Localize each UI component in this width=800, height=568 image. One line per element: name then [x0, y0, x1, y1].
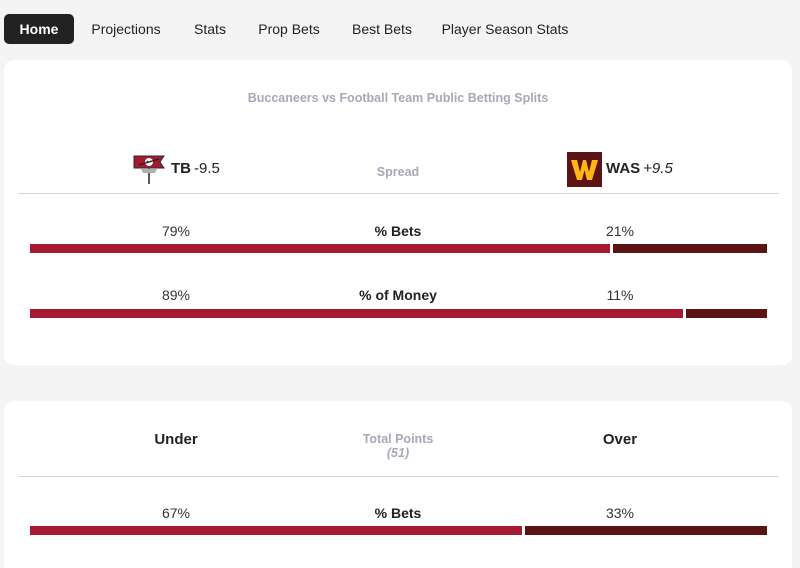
total-points-value: (51): [386, 446, 410, 460]
tb-money-pct: 89%: [161, 287, 191, 303]
spread-splits-card: Buccaneers vs Football Team Public Betti…: [4, 60, 792, 365]
over-label: Over: [602, 431, 638, 448]
nav-projections[interactable]: Projections: [82, 14, 170, 44]
money-metric-label: % of Money: [359, 287, 437, 303]
top-nav: Home Projections Stats Prop Bets Best Be…: [0, 0, 800, 58]
nav-home[interactable]: Home: [4, 14, 74, 44]
bets-metric-label: % Bets: [374, 223, 422, 239]
nav-best-bets[interactable]: Best Bets: [344, 14, 420, 44]
away-team: TB -9.5: [171, 158, 220, 180]
total-points-card: Under Total Points (51) Over 67% % Bets …: [4, 401, 792, 568]
was-money-pct: 11%: [606, 287, 634, 303]
total-bets-split-bar: [30, 526, 767, 535]
under-label: Under: [154, 431, 198, 448]
under-bets-pct: 67%: [161, 505, 191, 521]
bets-split-bar: [30, 244, 767, 253]
nav-player-season-stats[interactable]: Player Season Stats: [436, 14, 574, 44]
over-bets-pct: 33%: [605, 505, 635, 521]
away-team-abbr: TB: [171, 160, 191, 177]
tb-bets-pct: 79%: [161, 223, 191, 239]
divider: [18, 193, 779, 194]
total-points-title: Total Points: [362, 432, 434, 446]
bets-was-bar: [613, 244, 767, 253]
over-bar: [525, 526, 767, 535]
under-bar: [30, 526, 522, 535]
nav-stats[interactable]: Stats: [185, 14, 235, 44]
divider: [18, 476, 779, 477]
nav-prop-bets[interactable]: Prop Bets: [250, 14, 328, 44]
home-team: WAS +9.5: [606, 158, 673, 180]
total-bets-metric-label: % Bets: [374, 505, 422, 521]
bets-tb-bar: [30, 244, 610, 253]
total-points-label: Total Points (51): [298, 432, 498, 460]
home-spread-line: +9.5: [643, 160, 673, 177]
money-split-bar: [30, 309, 767, 318]
washington-w-logo: [567, 152, 602, 187]
card-title: Buccaneers vs Football Team Public Betti…: [247, 91, 549, 105]
money-tb-bar: [30, 309, 683, 318]
money-was-bar: [686, 309, 767, 318]
was-bets-pct: 21%: [605, 223, 635, 239]
buccaneers-flag-logo: [131, 152, 167, 186]
home-team-abbr: WAS: [606, 160, 641, 177]
away-spread-line: -9.5: [194, 160, 220, 177]
spread-label: Spread: [376, 165, 420, 179]
